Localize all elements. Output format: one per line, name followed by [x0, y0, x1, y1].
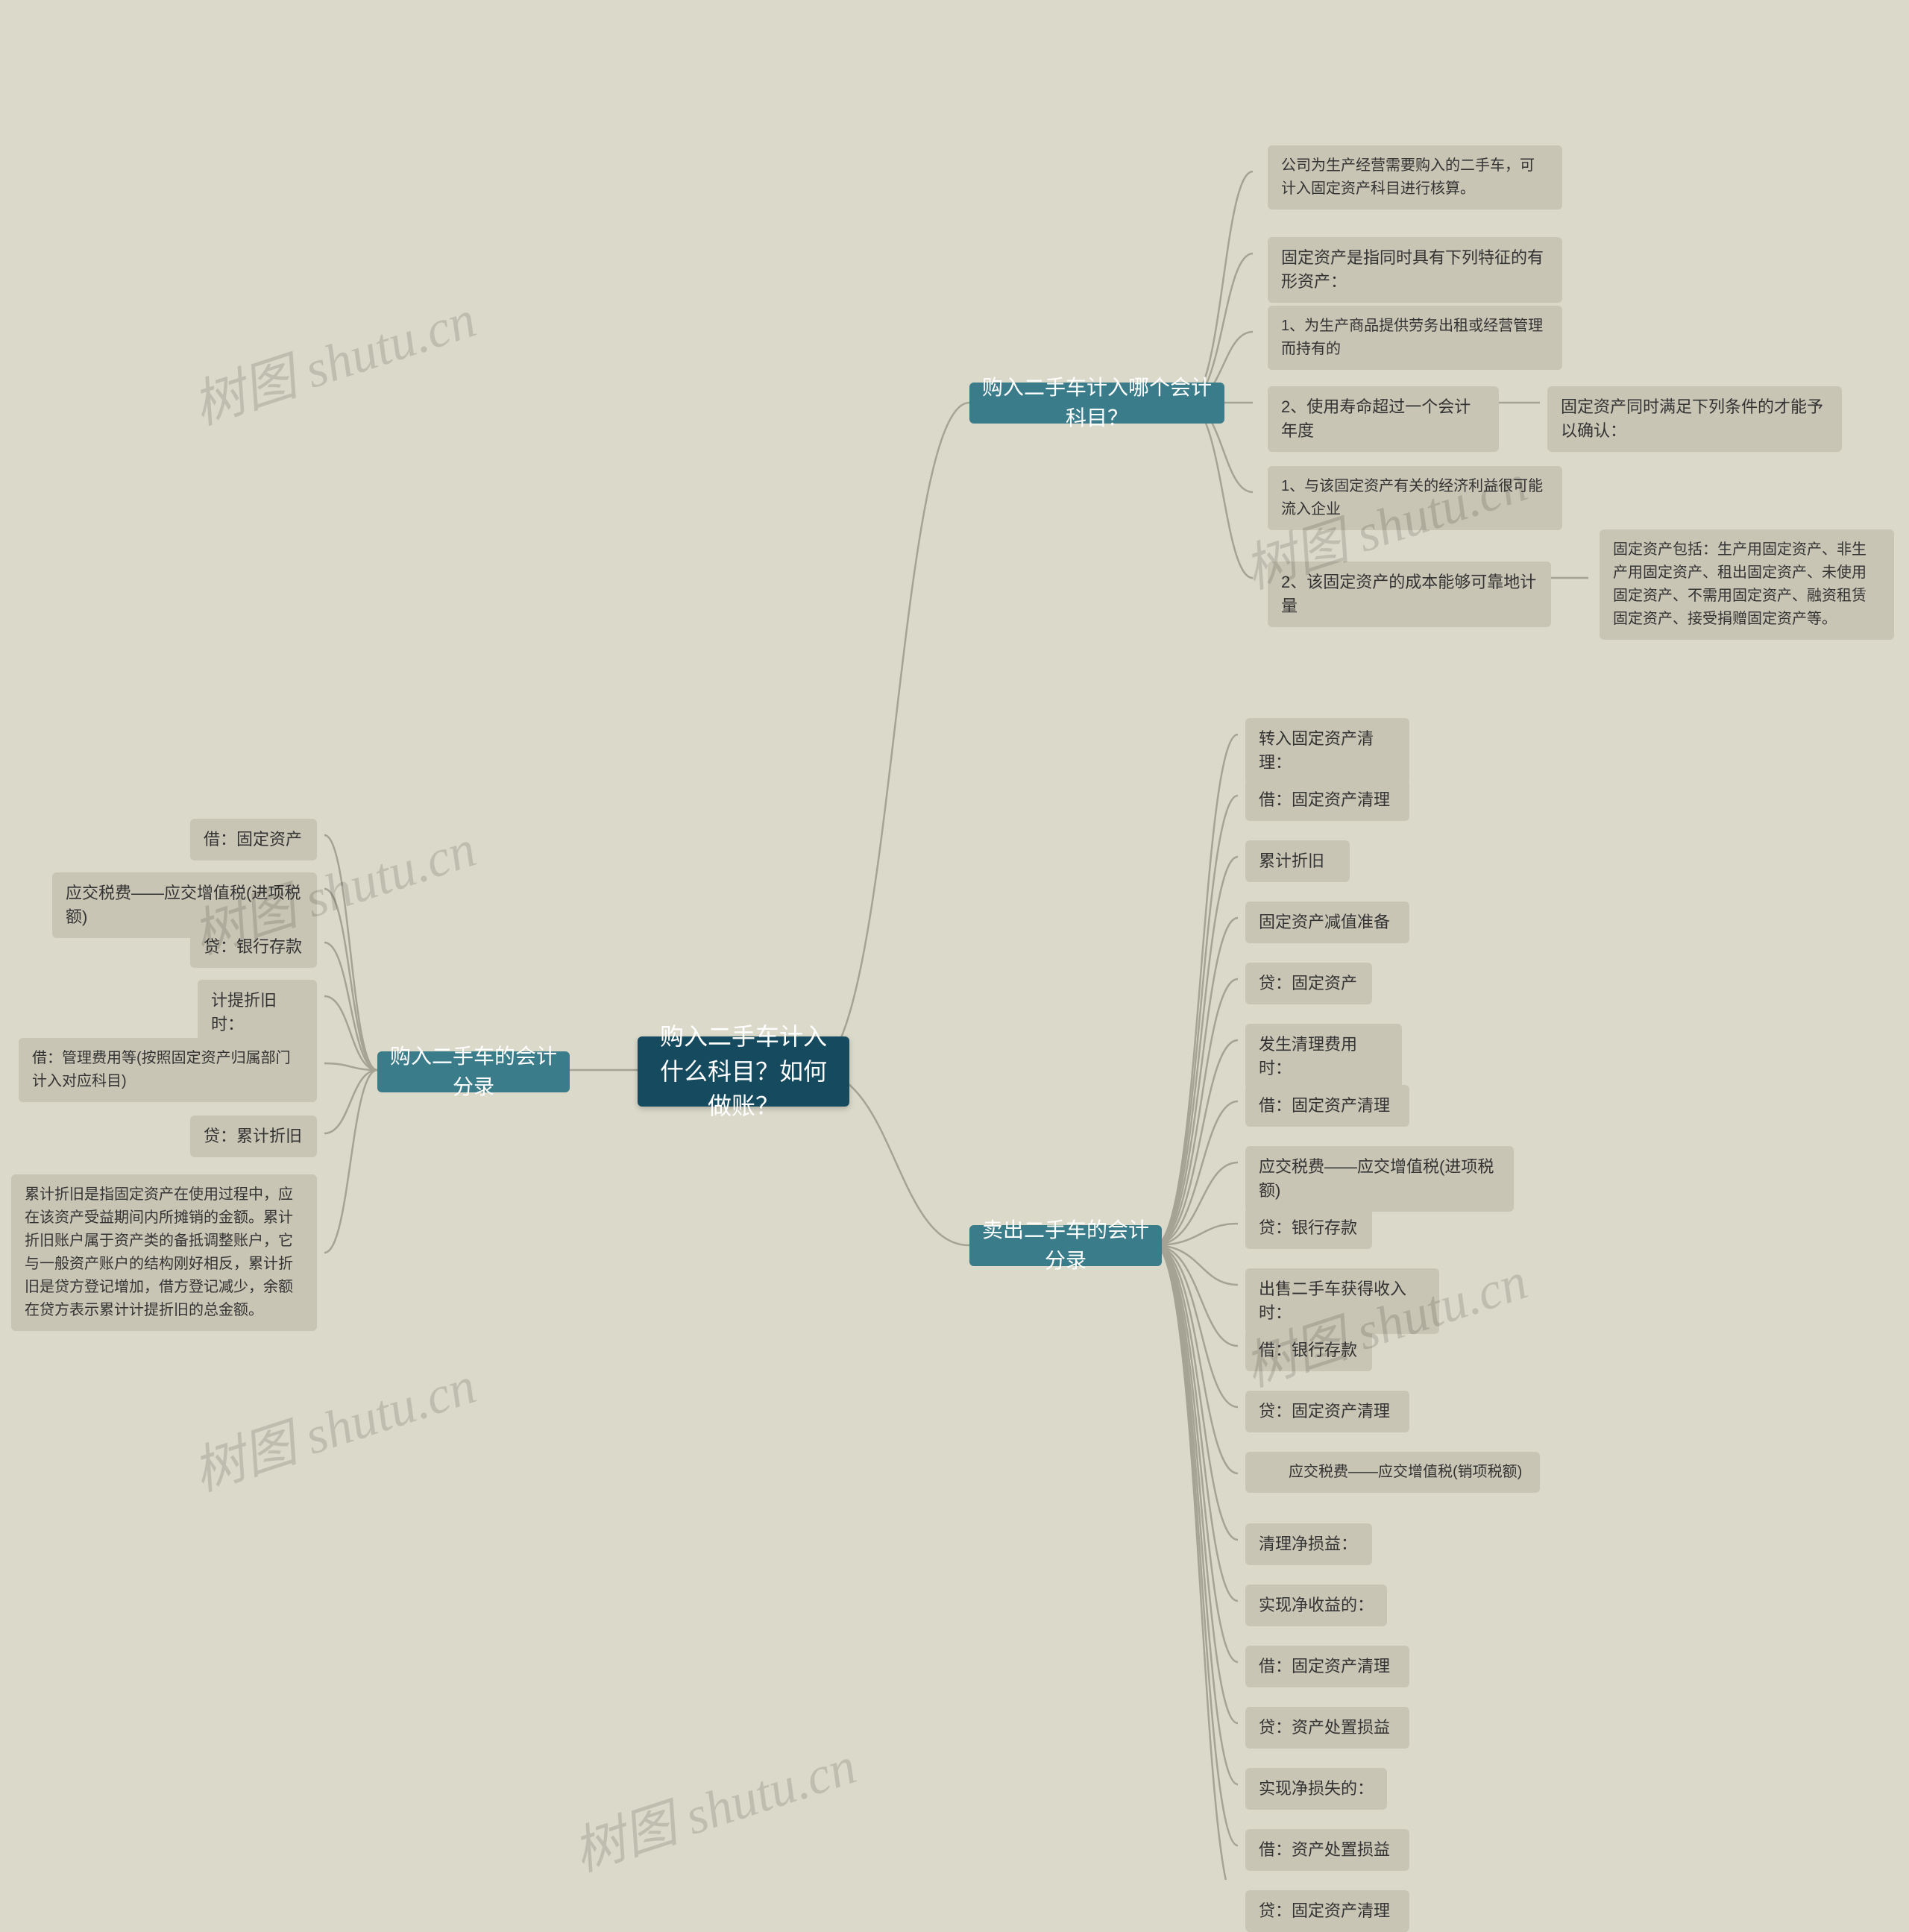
leaf-text: 贷：固定资产清理: [1259, 1400, 1390, 1423]
leaf-text: 2、该固定资产的成本能够可靠地计量: [1281, 570, 1538, 618]
leaf-text: 借：固定资产清理: [1259, 1655, 1390, 1678]
leaf-text: 贷：累计折旧: [204, 1124, 302, 1148]
branch-purchase-entries[interactable]: 购入二手车的会计分录: [377, 1051, 570, 1092]
leaf-r1-0[interactable]: 公司为生产经营需要购入的二手车，可计入固定资产科目进行核算。: [1268, 145, 1562, 210]
leaf-r1-sub2[interactable]: 固定资产包括：生产用固定资产、非生产用固定资产、租出固定资产、未使用固定资产、不…: [1600, 529, 1894, 640]
leaf-r1-sub1[interactable]: 固定资产同时满足下列条件的才能予以确认：: [1547, 386, 1842, 452]
leaf-r2-13[interactable]: 清理净损益：: [1245, 1523, 1372, 1565]
leaf-left-6[interactable]: 累计折旧是指固定资产在使用过程中，应在该资产受益期间内所摊销的金额。累计折旧账户…: [11, 1174, 317, 1331]
root-node[interactable]: 购入二手车计入什么科目？如何做账？: [638, 1036, 849, 1107]
leaf-left-2[interactable]: 贷：银行存款: [190, 926, 317, 968]
leaf-left-5[interactable]: 贷：累计折旧: [190, 1116, 317, 1157]
leaf-text: 应交税费——应交增值税(进项税额): [1259, 1155, 1500, 1203]
branch-label: 卖出二手车的会计分录: [981, 1215, 1150, 1276]
leaf-text: 固定资产包括：生产用固定资产、非生产用固定资产、租出固定资产、未使用固定资产、不…: [1613, 538, 1881, 631]
leaf-text: 贷：固定资产清理: [1259, 1899, 1390, 1923]
leaf-text: 转入固定资产清理：: [1259, 727, 1396, 775]
leaf-r2-19[interactable]: 贷：固定资产清理: [1245, 1890, 1409, 1932]
leaf-r1-3[interactable]: 2、使用寿命超过一个会计年度: [1268, 386, 1499, 452]
leaf-r2-4[interactable]: 贷：固定资产: [1245, 963, 1372, 1004]
leaf-left-4[interactable]: 借：管理费用等(按照固定资产归属部门计入对应科目): [19, 1038, 317, 1102]
root-title: 购入二手车计入什么科目？如何做账？: [650, 1019, 837, 1123]
leaf-left-3[interactable]: 计提折旧时：: [198, 980, 317, 1045]
leaf-text: 贷：银行存款: [204, 935, 302, 959]
leaf-text: 固定资产是指同时具有下列特征的有形资产：: [1281, 246, 1549, 294]
leaf-r1-4[interactable]: 1、与该固定资产有关的经济利益很可能流入企业: [1268, 466, 1562, 530]
leaf-r2-16[interactable]: 贷：资产处置损益: [1245, 1707, 1409, 1749]
leaf-text: 固定资产同时满足下列条件的才能予以确认：: [1561, 395, 1828, 443]
leaf-r2-17[interactable]: 实现净损失的：: [1245, 1768, 1387, 1810]
leaf-r2-10[interactable]: 借：银行存款: [1245, 1330, 1372, 1371]
leaf-r2-3[interactable]: 固定资产减值准备: [1245, 902, 1409, 943]
leaf-r2-6[interactable]: 借：固定资产清理: [1245, 1085, 1409, 1127]
leaf-r2-15[interactable]: 借：固定资产清理: [1245, 1646, 1409, 1687]
leaf-text: 借：管理费用等(按照固定资产归属部门计入对应科目): [32, 1047, 304, 1093]
leaf-r2-5[interactable]: 发生清理费用时：: [1245, 1024, 1402, 1089]
leaf-r2-9[interactable]: 出售二手车获得收入时：: [1245, 1268, 1439, 1334]
leaf-text: 累计折旧是指固定资产在使用过程中，应在该资产受益期间内所摊销的金额。累计折旧账户…: [25, 1183, 304, 1322]
leaf-text: 累计折旧: [1259, 849, 1324, 873]
leaf-text: 应交税费——应交增值税(进项税额): [66, 881, 304, 929]
leaf-r2-14[interactable]: 实现净收益的：: [1245, 1585, 1387, 1626]
leaf-text: 公司为生产经营需要购入的二手车，可计入固定资产科目进行核算。: [1281, 154, 1549, 201]
leaf-left-0[interactable]: 借：固定资产: [190, 819, 317, 860]
leaf-text: 1、为生产商品提供劳务出租或经营管理而持有的: [1281, 315, 1549, 361]
leaf-text: 实现净损失的：: [1259, 1777, 1374, 1801]
branch-sell-entries[interactable]: 卖出二手车的会计分录: [969, 1225, 1162, 1266]
leaf-text: 清理净损益：: [1259, 1532, 1357, 1556]
leaf-r2-2[interactable]: 累计折旧: [1245, 840, 1350, 882]
leaf-text: 贷：银行存款: [1259, 1216, 1357, 1240]
branch-label: 购入二手车计入哪个会计科目？: [981, 373, 1213, 433]
leaf-text: 借：银行存款: [1259, 1338, 1357, 1362]
leaf-text: 1、与该固定资产有关的经济利益很可能流入企业: [1281, 475, 1549, 521]
branch-which-account[interactable]: 购入二手车计入哪个会计科目？: [969, 383, 1224, 424]
watermark: 树图 shutu.cn: [562, 1724, 864, 1886]
leaf-r2-7[interactable]: 应交税费——应交增值税(进项税额): [1245, 1146, 1514, 1212]
watermark: 树图 shutu.cn: [182, 277, 484, 439]
leaf-text: 借：固定资产清理: [1259, 788, 1390, 812]
leaf-r1-1[interactable]: 固定资产是指同时具有下列特征的有形资产：: [1268, 237, 1562, 303]
leaf-r2-11[interactable]: 贷：固定资产清理: [1245, 1391, 1409, 1432]
leaf-r2-8[interactable]: 贷：银行存款: [1245, 1207, 1372, 1249]
leaf-text: 借：固定资产清理: [1259, 1094, 1390, 1118]
leaf-r2-0[interactable]: 转入固定资产清理：: [1245, 718, 1409, 784]
watermark: 树图 shutu.cn: [182, 1344, 484, 1505]
leaf-text: 实现净收益的：: [1259, 1593, 1374, 1617]
leaf-text: 贷：固定资产: [1259, 972, 1357, 995]
leaf-text: 固定资产减值准备: [1259, 910, 1390, 934]
leaf-r2-1[interactable]: 借：固定资产清理: [1245, 779, 1409, 821]
leaf-r1-2[interactable]: 1、为生产商品提供劳务出租或经营管理而持有的: [1268, 306, 1562, 370]
leaf-text: 应交税费——应交增值税(销项税额): [1259, 1461, 1522, 1484]
leaf-text: 借：固定资产: [204, 828, 302, 852]
branch-label: 购入二手车的会计分录: [389, 1042, 558, 1102]
leaf-r2-18[interactable]: 借：资产处置损益: [1245, 1829, 1409, 1871]
leaf-text: 贷：资产处置损益: [1259, 1716, 1390, 1740]
leaf-r1-5[interactable]: 2、该固定资产的成本能够可靠地计量: [1268, 561, 1551, 627]
leaf-text: 计提折旧时：: [211, 989, 304, 1036]
leaf-text: 2、使用寿命超过一个会计年度: [1281, 395, 1485, 443]
leaf-text: 借：资产处置损益: [1259, 1838, 1390, 1862]
leaf-r2-12[interactable]: 应交税费——应交增值税(销项税额): [1245, 1452, 1540, 1493]
leaf-text: 发生清理费用时：: [1259, 1033, 1388, 1080]
leaf-text: 出售二手车获得收入时：: [1259, 1277, 1426, 1325]
